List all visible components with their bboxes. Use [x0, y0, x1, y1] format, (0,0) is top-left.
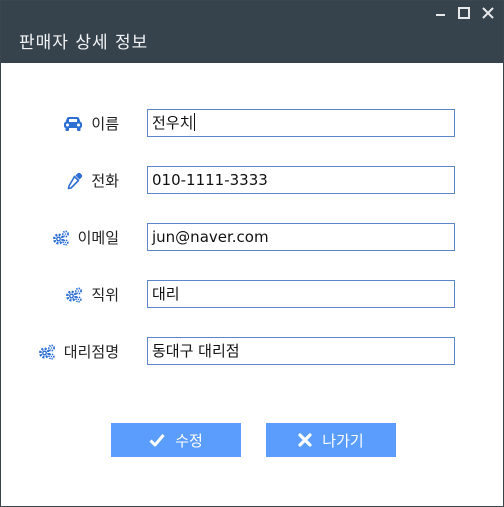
email-row: 이메일 jun@naver.com — [1, 223, 503, 253]
branch-label: 대리점명 — [63, 343, 119, 361]
position-label-group: 직위 — [65, 284, 119, 305]
times-icon — [298, 433, 312, 447]
position-field[interactable]: 대리 — [147, 280, 455, 308]
edit-button-label: 수정 — [175, 431, 203, 450]
seller-detail-window: 판매자 상세 정보 이름 전우치 전화 010-1111-3333 이메일 ju… — [0, 0, 504, 507]
car-icon — [63, 116, 83, 132]
check-icon — [149, 433, 165, 447]
email-label-group: 이메일 — [52, 227, 119, 248]
phone-label: 전화 — [91, 172, 119, 190]
text-caret — [194, 113, 196, 131]
gears-icon — [65, 287, 83, 303]
title-bar[interactable]: 판매자 상세 정보 — [1, 1, 503, 63]
window-title: 판매자 상세 정보 — [19, 33, 149, 53]
name-label: 이름 — [91, 115, 119, 133]
exit-button-label: 나가기 — [322, 431, 364, 450]
close-icon[interactable] — [479, 5, 497, 21]
eyedropper-icon — [67, 172, 83, 190]
window-controls — [431, 5, 497, 21]
exit-button[interactable]: 나가기 — [266, 423, 396, 457]
branch-row: 대리점명 동대구 대리점 — [1, 337, 503, 367]
gears-icon — [38, 344, 56, 360]
name-row: 이름 전우치 — [1, 109, 503, 139]
name-label-group: 이름 — [63, 113, 119, 134]
phone-row: 전화 010-1111-3333 — [1, 166, 503, 196]
branch-field[interactable]: 동대구 대리점 — [147, 337, 455, 365]
gears-icon — [52, 230, 70, 246]
name-value: 전우치 — [152, 114, 194, 132]
position-row: 직위 대리 — [1, 280, 503, 310]
email-label: 이메일 — [77, 229, 119, 247]
name-field[interactable]: 전우치 — [147, 109, 455, 137]
maximize-icon[interactable] — [455, 5, 473, 21]
phone-field[interactable]: 010-1111-3333 — [147, 166, 455, 194]
phone-label-group: 전화 — [67, 170, 119, 191]
edit-button[interactable]: 수정 — [111, 423, 241, 457]
position-label: 직위 — [91, 286, 119, 304]
branch-label-group: 대리점명 — [38, 341, 119, 362]
email-field[interactable]: jun@naver.com — [147, 223, 455, 251]
minimize-icon[interactable] — [431, 5, 449, 21]
